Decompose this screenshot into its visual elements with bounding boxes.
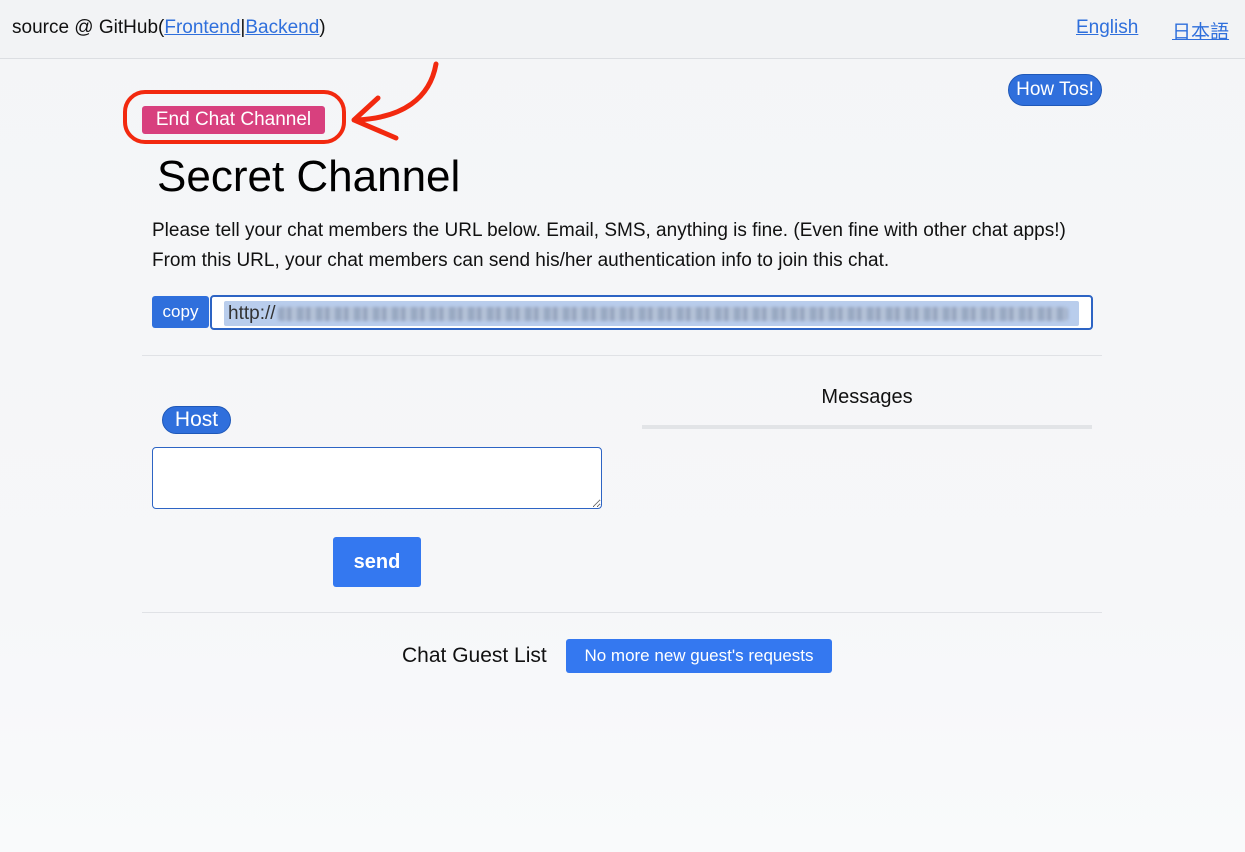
message-input[interactable] xyxy=(152,447,602,509)
url-prefix: http:// xyxy=(228,303,276,324)
lang-english-link[interactable]: English xyxy=(1076,17,1138,38)
send-button[interactable]: send xyxy=(333,537,421,587)
source-prefix: source @ GitHub( xyxy=(12,17,165,38)
url-selection: http:// xyxy=(224,301,1079,326)
source-suffix: ) xyxy=(319,17,326,38)
share-instructions: Please tell your chat members the URL be… xyxy=(152,220,1066,271)
source-links: source @ GitHub(Frontend|Backend) xyxy=(12,17,326,39)
page-title: Secret Channel xyxy=(157,152,461,201)
section-divider-bottom xyxy=(142,612,1102,613)
host-badge: Host xyxy=(162,406,231,434)
messages-heading: Messages xyxy=(821,386,913,408)
frontend-link[interactable]: Frontend xyxy=(164,17,240,38)
top-bar: source @ GitHub(Frontend|Backend) Englis… xyxy=(0,0,1245,59)
url-redacted xyxy=(277,306,1068,321)
lang-japanese: 日本語 xyxy=(1172,17,1229,44)
lang-english: English xyxy=(1076,17,1138,39)
backend-link[interactable]: Backend xyxy=(245,17,319,38)
lang-japanese-link[interactable]: 日本語 xyxy=(1172,22,1229,43)
no-more-requests-button[interactable]: No more new guest's requests xyxy=(566,639,832,673)
messages-rule xyxy=(642,425,1092,429)
end-chat-channel-button[interactable]: End Chat Channel xyxy=(142,106,325,134)
annotation-arrow xyxy=(353,61,439,123)
copy-url-button[interactable]: copy xyxy=(152,296,209,328)
guest-list-label: Chat Guest List xyxy=(402,644,547,667)
section-divider-top xyxy=(142,355,1102,356)
how-tos-button[interactable]: How Tos! xyxy=(1008,74,1102,106)
invite-url-field[interactable]: http:// xyxy=(210,295,1093,330)
